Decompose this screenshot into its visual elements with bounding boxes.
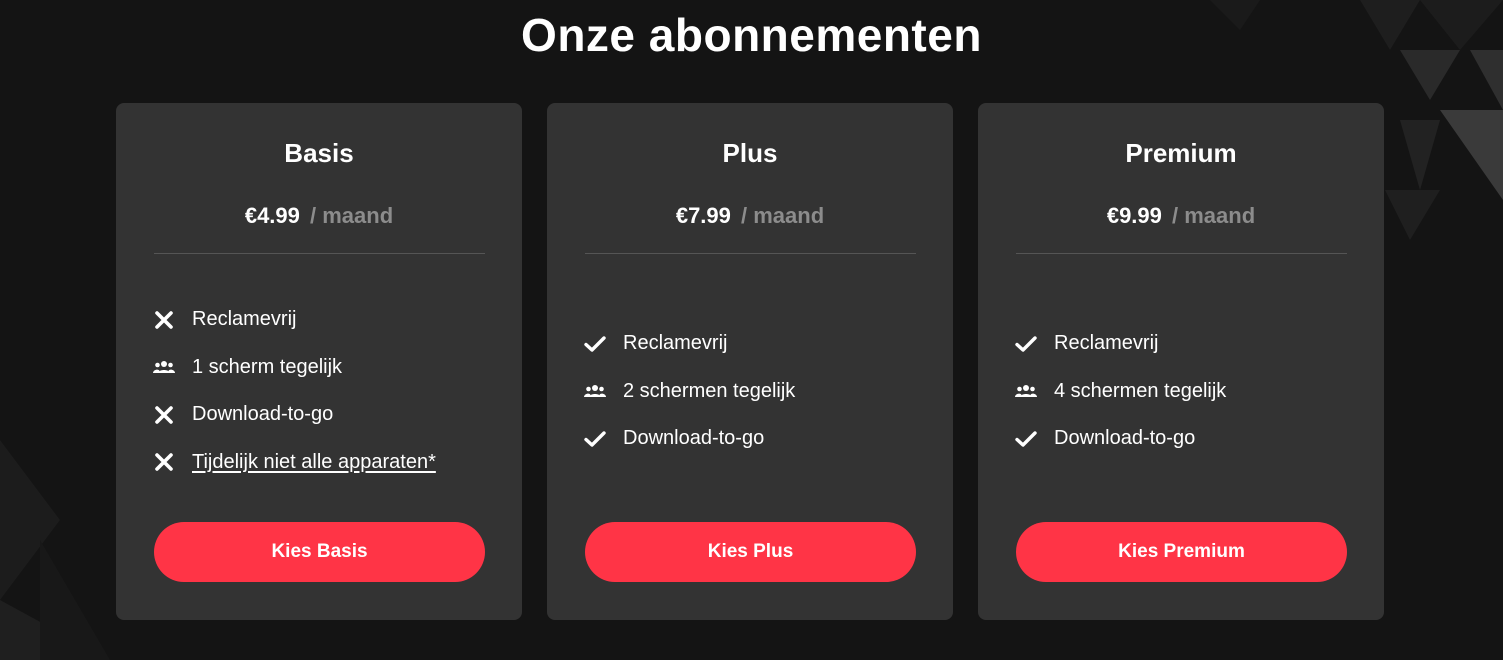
devices-info-link[interactable]: Tijdelijk niet alle apparaten* [192, 451, 436, 474]
plan-card-premium: Premium €9.99 / maand Reclamevrij 4 sche… [978, 103, 1384, 620]
close-icon [153, 404, 175, 426]
users-icon [1015, 380, 1037, 402]
feature-item: Reclamevrij [153, 296, 493, 344]
feature-label: 2 schermen tegelijk [623, 379, 796, 402]
feature-item: Download-to-go [584, 415, 924, 463]
feature-label: Reclamevrij [1054, 332, 1159, 355]
plan-card-plus: Plus €7.99 / maand Reclamevrij 2 scherme… [547, 103, 953, 620]
feature-label: Reclamevrij [192, 308, 297, 331]
feature-label: Download-to-go [1054, 427, 1196, 450]
feature-item: Reclamevrij [584, 320, 924, 368]
feature-item: 4 schermen tegelijk [1015, 368, 1355, 416]
plan-period: / maand [1172, 203, 1256, 228]
users-icon [584, 380, 606, 402]
feature-label: Reclamevrij [623, 332, 728, 355]
plan-price: €9.99 [1106, 203, 1162, 228]
plan-period: / maand [310, 203, 394, 228]
feature-list: Reclamevrij 4 schermen tegelijk Download… [1015, 320, 1355, 463]
close-icon [153, 309, 175, 331]
feature-item: 1 scherm tegelijk [153, 344, 493, 392]
plan-card-basis: Basis €4.99 / maand Reclamevrij 1 scherm… [116, 103, 522, 620]
plan-price: €7.99 [675, 203, 731, 228]
plan-price-row: €7.99 / maand [547, 203, 953, 229]
divider [1016, 253, 1347, 254]
check-icon [1015, 333, 1037, 355]
feature-item: Reclamevrij [1015, 320, 1355, 368]
plan-price-row: €9.99 / maand [978, 203, 1384, 229]
feature-item: Download-to-go [1015, 415, 1355, 463]
feature-label: Download-to-go [623, 427, 765, 450]
close-icon [153, 451, 175, 473]
feature-list: Reclamevrij 2 schermen tegelijk Download… [584, 320, 924, 463]
plan-price-row: €4.99 / maand [116, 203, 522, 229]
divider [154, 253, 485, 254]
plans-container: Basis €4.99 / maand Reclamevrij 1 scherm… [116, 103, 1384, 620]
check-icon [584, 428, 606, 450]
check-icon [1015, 428, 1037, 450]
feature-label: 1 scherm tegelijk [192, 355, 343, 378]
feature-list: Reclamevrij 1 scherm tegelijk Download-t… [153, 296, 493, 486]
plan-name: Plus [722, 138, 778, 168]
divider [585, 253, 916, 254]
plan-name: Premium [1125, 138, 1237, 168]
choose-premium-button[interactable]: Kies Premium [1016, 522, 1347, 582]
choose-plus-button[interactable]: Kies Plus [585, 522, 916, 582]
check-icon [584, 333, 606, 355]
plan-name: Basis [284, 138, 354, 168]
users-icon [153, 356, 175, 378]
feature-label: 4 schermen tegelijk [1054, 379, 1227, 402]
feature-label: Download-to-go [192, 403, 334, 426]
feature-item: Download-to-go [153, 391, 493, 439]
choose-basis-button[interactable]: Kies Basis [154, 522, 485, 582]
page-title: Onze abonnementen [521, 9, 982, 61]
plan-price: €4.99 [244, 203, 300, 228]
plan-period: / maand [741, 203, 825, 228]
feature-item: Tijdelijk niet alle apparaten* [153, 439, 493, 487]
feature-item: 2 schermen tegelijk [584, 368, 924, 416]
